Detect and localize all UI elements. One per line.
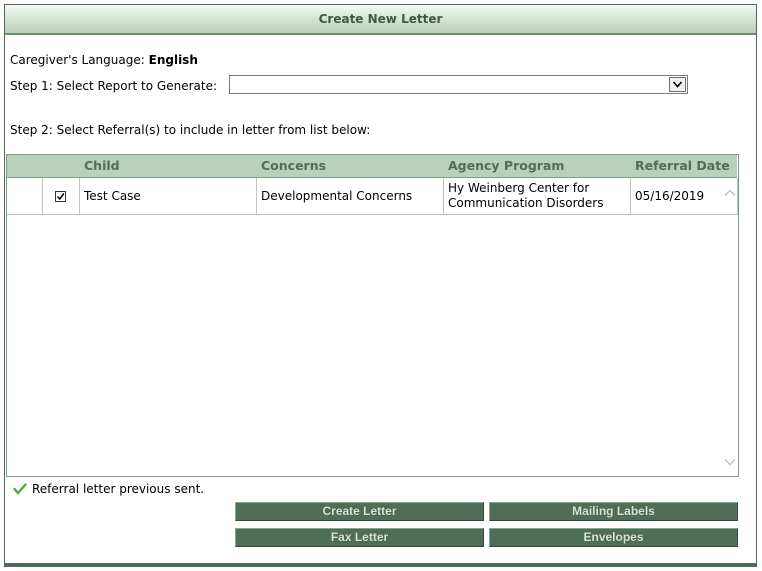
row-checkbox[interactable] (55, 190, 66, 202)
report-select[interactable] (229, 75, 688, 94)
envelopes-button[interactable]: Envelopes (489, 528, 738, 547)
legend-text: Referral letter previous sent. (32, 482, 205, 496)
green-checkmark-icon (13, 483, 27, 495)
grid-header: Child Concerns Agency Program Referral D… (7, 155, 737, 178)
fax-letter-button[interactable]: Fax Letter (235, 528, 484, 547)
step2-label: Step 2: Select Referral(s) to include in… (10, 123, 371, 137)
dropdown-arrow[interactable] (669, 77, 686, 92)
column-child[interactable]: Child (84, 155, 120, 177)
row-select-cell (43, 178, 80, 214)
language-label: Caregiver's Language: (10, 53, 145, 67)
mailing-labels-button[interactable]: Mailing Labels (489, 502, 738, 521)
agency-line-1: Hy Weinberg Center for (448, 181, 590, 195)
concerns-cell: Developmental Concerns (257, 178, 444, 214)
sent-legend: Referral letter previous sent. (13, 482, 204, 496)
check-icon (56, 192, 65, 200)
step1-label: Step 1: Select Report to Generate: (10, 79, 218, 93)
caregiver-language: Caregiver's Language: English (10, 53, 198, 67)
column-agency-program[interactable]: Agency Program (448, 155, 564, 177)
language-value: English (148, 53, 198, 67)
create-letter-dialog: Create New Letter Caregiver's Language: … (4, 4, 757, 567)
chevron-down-icon[interactable] (724, 458, 736, 466)
dialog-bottom-border (5, 563, 756, 566)
grid-scrollbar[interactable] (721, 178, 739, 476)
table-row[interactable]: Test Case Developmental Concerns Hy Wein… (7, 178, 738, 215)
column-concerns[interactable]: Concerns (261, 155, 326, 177)
column-referral-date[interactable]: Referral Date (635, 155, 730, 177)
agency-line-2: Communication Disorders (448, 196, 604, 210)
row-spacer-cell (7, 178, 43, 214)
dialog-title: Create New Letter (5, 5, 756, 35)
create-letter-button[interactable]: Create Letter (235, 502, 484, 521)
chevron-up-icon[interactable] (724, 189, 736, 197)
agency-cell: Hy Weinberg Center for Communication Dis… (444, 178, 631, 214)
referral-grid: Child Concerns Agency Program Referral D… (6, 154, 739, 477)
chevron-down-icon (673, 81, 682, 88)
child-cell: Test Case (80, 178, 257, 214)
